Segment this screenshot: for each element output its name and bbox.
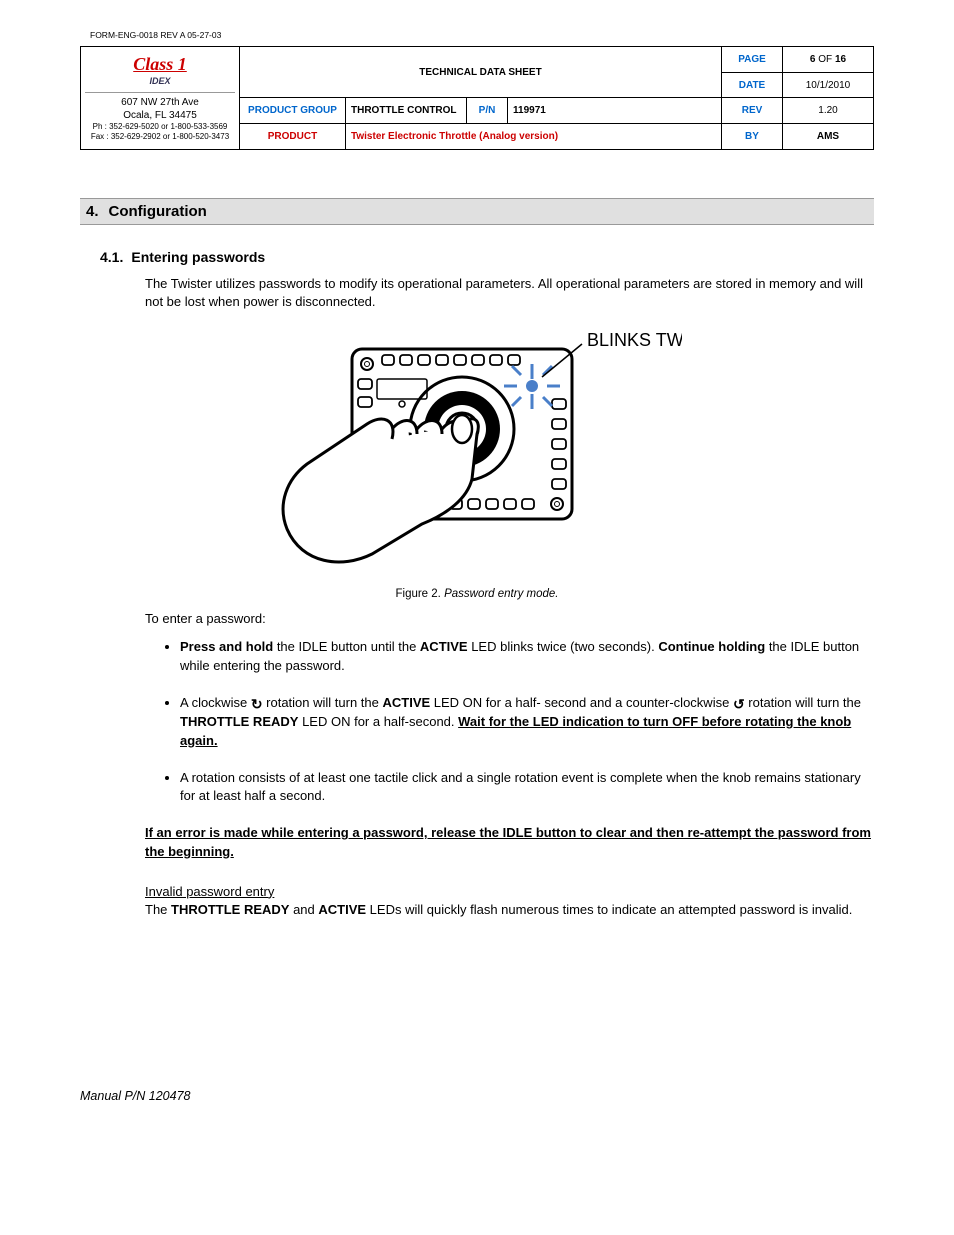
step2-t1: A clockwise bbox=[180, 695, 251, 710]
section-heading: 4. Configuration bbox=[80, 198, 874, 225]
logo-phone: Ph : 352-629-5020 or 1-800-533-3569 bbox=[85, 122, 235, 132]
logo-fax: Fax : 352-629-2902 or 1-800-520-3473 bbox=[85, 132, 235, 142]
form-id: FORM-ENG-0018 REV A 05-27-03 bbox=[90, 30, 874, 40]
step2-t2: rotation will turn the bbox=[263, 695, 383, 710]
invalid-block: Invalid password entry The THROTTLE READ… bbox=[145, 883, 874, 919]
group-label: PRODUCT GROUP bbox=[240, 98, 346, 124]
procedure-list: Press and hold the IDLE button until the… bbox=[180, 638, 874, 806]
page-label: PAGE bbox=[722, 47, 783, 73]
step1-t1: the IDLE button until the bbox=[273, 639, 420, 654]
section-num: 4. bbox=[86, 203, 99, 220]
cw-rotate-icon: ↻ bbox=[251, 697, 263, 711]
section-title: Configuration bbox=[109, 203, 207, 220]
pn-label: P/N bbox=[467, 98, 508, 124]
logo-cell: Class 1 IDEX 607 NW 27th Ave Ocala, FL 3… bbox=[81, 47, 240, 150]
figure-annotation: BLINKS TWICE bbox=[587, 330, 682, 350]
subsection-heading: 4.1. Entering passwords bbox=[100, 249, 874, 265]
product-label: PRODUCT bbox=[240, 124, 346, 150]
subsection-num: 4.1. bbox=[100, 249, 123, 265]
inv-b1: THROTTLE READY bbox=[171, 902, 289, 917]
pn-value: 119971 bbox=[508, 98, 722, 124]
logo-sub: IDEX bbox=[85, 76, 235, 88]
rev-label: REV bbox=[722, 98, 783, 124]
page-total: 16 bbox=[835, 54, 846, 65]
figure: BLINKS TWICE Figure 2. Password entry mo… bbox=[80, 329, 874, 600]
logo-addr2: Ocala, FL 34475 bbox=[85, 109, 235, 122]
error-note: If an error is made while entering a pas… bbox=[145, 824, 874, 860]
inv-b2: ACTIVE bbox=[318, 902, 366, 917]
logo-addr1: 607 NW 27th Ave bbox=[85, 96, 235, 109]
by-label: BY bbox=[722, 124, 783, 150]
header-table: Class 1 IDEX 607 NW 27th Ave Ocala, FL 3… bbox=[80, 46, 874, 150]
inv-t3: LEDs will quickly flash numerous times t… bbox=[366, 902, 852, 917]
para-lead: To enter a password: bbox=[145, 610, 874, 628]
subsection-title: Entering passwords bbox=[131, 249, 265, 265]
error-note-text: If an error is made while entering a pas… bbox=[145, 825, 871, 858]
invalid-heading: Invalid password entry bbox=[145, 884, 274, 899]
caption-label: Figure 2. bbox=[395, 588, 440, 600]
inv-t1: The bbox=[145, 902, 171, 917]
para-intro: The Twister utilizes passwords to modify… bbox=[145, 275, 874, 311]
step-1: Press and hold the IDLE button until the… bbox=[180, 638, 874, 676]
step-3: A rotation consists of at least one tact… bbox=[180, 769, 874, 807]
ccw-rotate-icon: ↺ bbox=[733, 697, 745, 711]
product-value: Twister Electronic Throttle (Analog vers… bbox=[346, 124, 722, 150]
step2-bold1: ACTIVE bbox=[383, 695, 431, 710]
logo-brand: Class 1 bbox=[85, 53, 235, 76]
step2-bold2: THROTTLE READY bbox=[180, 714, 298, 729]
group-value: THROTTLE CONTROL bbox=[346, 98, 467, 124]
caption-text: Password entry mode. bbox=[444, 588, 558, 600]
by-value: AMS bbox=[783, 124, 874, 150]
step1-bold1: Press and hold bbox=[180, 639, 273, 654]
figure-caption: Figure 2. Password entry mode. bbox=[80, 588, 874, 600]
inv-t2: and bbox=[289, 902, 318, 917]
footer: Manual P/N 120478 bbox=[80, 1089, 874, 1103]
step2-t3: LED ON for a half- second and a counter-… bbox=[430, 695, 733, 710]
step1-t2: LED blinks twice (two seconds). bbox=[468, 639, 659, 654]
step1-bold2: ACTIVE bbox=[420, 639, 468, 654]
step1-bold3: Continue holding bbox=[658, 639, 765, 654]
step-2: A clockwise ↻ rotation will turn the ACT… bbox=[180, 694, 874, 751]
date-label: DATE bbox=[722, 72, 783, 98]
step2-t5: LED ON for a half-second. bbox=[298, 714, 458, 729]
page-of: OF bbox=[815, 54, 834, 65]
doc-title: TECHNICAL DATA SHEET bbox=[240, 47, 722, 98]
step2-t4: rotation will turn the bbox=[745, 695, 861, 710]
figure-svg: BLINKS TWICE bbox=[272, 329, 682, 579]
date-value: 10/1/2010 bbox=[783, 72, 874, 98]
rev-value: 1.20 bbox=[783, 98, 874, 124]
page-value: 6 OF 16 bbox=[783, 47, 874, 73]
